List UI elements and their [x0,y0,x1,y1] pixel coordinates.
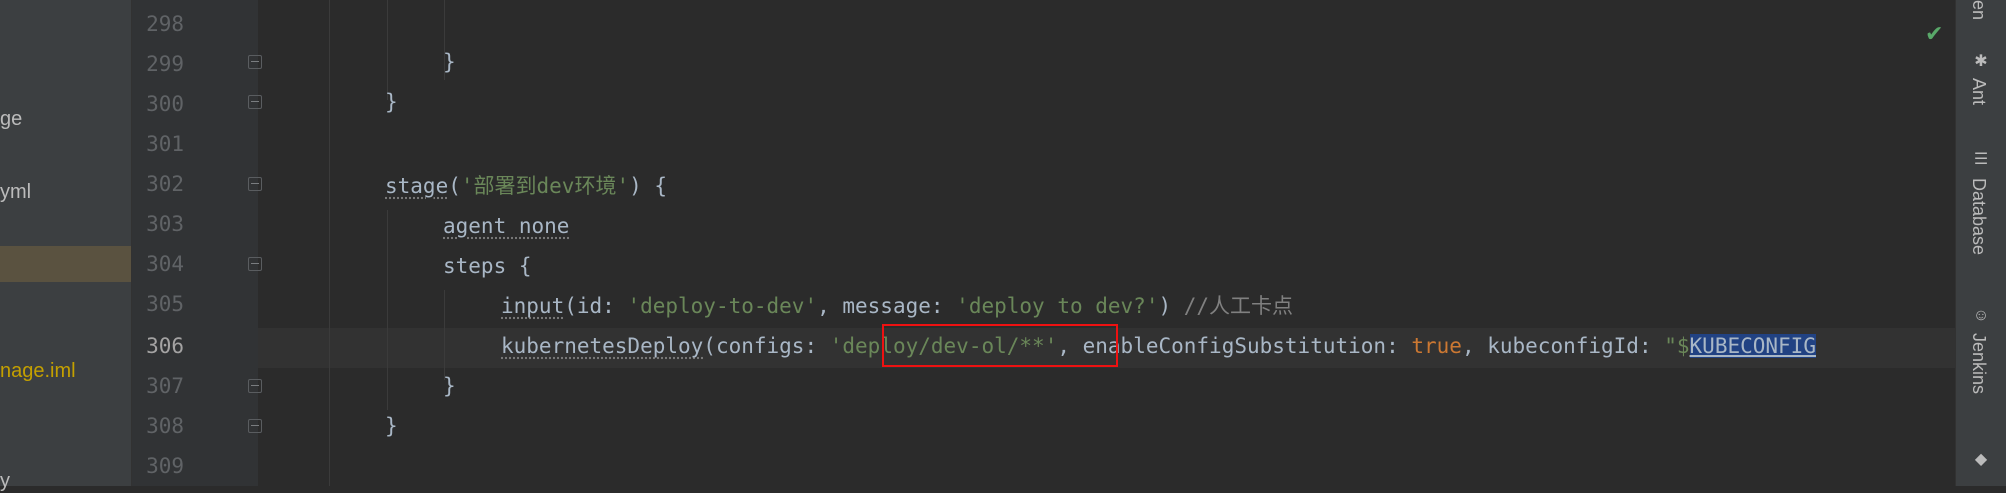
line-number-current: 306 [146,334,184,358]
fold-marker-icon[interactable] [248,419,262,433]
code-line-302: stage('部署到dev环境') { [385,174,668,198]
code-line-300: } [385,90,398,114]
line-number: 302 [146,172,184,196]
fold-marker-icon[interactable] [248,177,262,191]
tool-tab-partial[interactable]: en [1968,0,1989,20]
code-line-307: } [443,374,456,398]
line-number: 307 [146,374,184,398]
tree-item[interactable]: y [0,470,10,493]
line-number: 299 [146,52,184,76]
code-line-306: kubernetesDeploy(configs: 'deploy/dev-ol… [501,334,1816,358]
code-editor[interactable]: } } stage('部署到dev环境') { agent none steps… [258,0,1955,486]
fold-marker-icon[interactable] [248,257,262,271]
code-line-308: } [385,414,398,438]
code-line-305: input(id: 'deploy-to-dev', message: 'dep… [501,294,1294,318]
fold-marker-icon[interactable] [248,379,262,393]
annotation-highlight-box [882,324,1118,367]
line-number: 305 [146,292,184,316]
tool-tab-database[interactable]: Database [1968,178,1989,255]
tool-tab-jenkins[interactable]: Jenkins [1968,333,1989,394]
line-number: 308 [146,414,184,438]
code-line-299: } [443,50,456,74]
selected-text: KUBECONFIG [1689,334,1816,358]
selected-tree-item[interactable] [0,246,131,282]
tool-icon[interactable]: ◆ [1971,450,1991,470]
line-number: 303 [146,212,184,236]
line-number: 309 [146,454,184,478]
code-line-303: agent none [443,214,570,238]
check-icon[interactable]: ✔ [1925,22,1943,47]
line-number: 300 [146,92,184,116]
line-number: 304 [146,252,184,276]
code-line-304: steps { [443,254,532,278]
ant-icon: ✱ [1974,53,1988,70]
tree-item[interactable]: ge [0,108,22,131]
jenkins-icon: ☺ [1972,307,1990,324]
database-icon: ☰ [1973,151,1989,168]
tool-tab-ant[interactable]: Ant [1968,78,1989,105]
tree-item[interactable]: yml [0,181,31,204]
project-panel: ge yml nage.iml y [0,0,132,492]
right-tool-strip: en ✱ Ant ☰ Database ☺ Jenkins ◆ [1955,0,2006,486]
line-number: 298 [146,12,184,36]
tree-item-modified[interactable]: nage.iml [0,360,76,383]
line-number: 301 [146,132,184,156]
fold-marker-icon[interactable] [248,95,262,109]
fold-marker-icon[interactable] [248,55,262,69]
